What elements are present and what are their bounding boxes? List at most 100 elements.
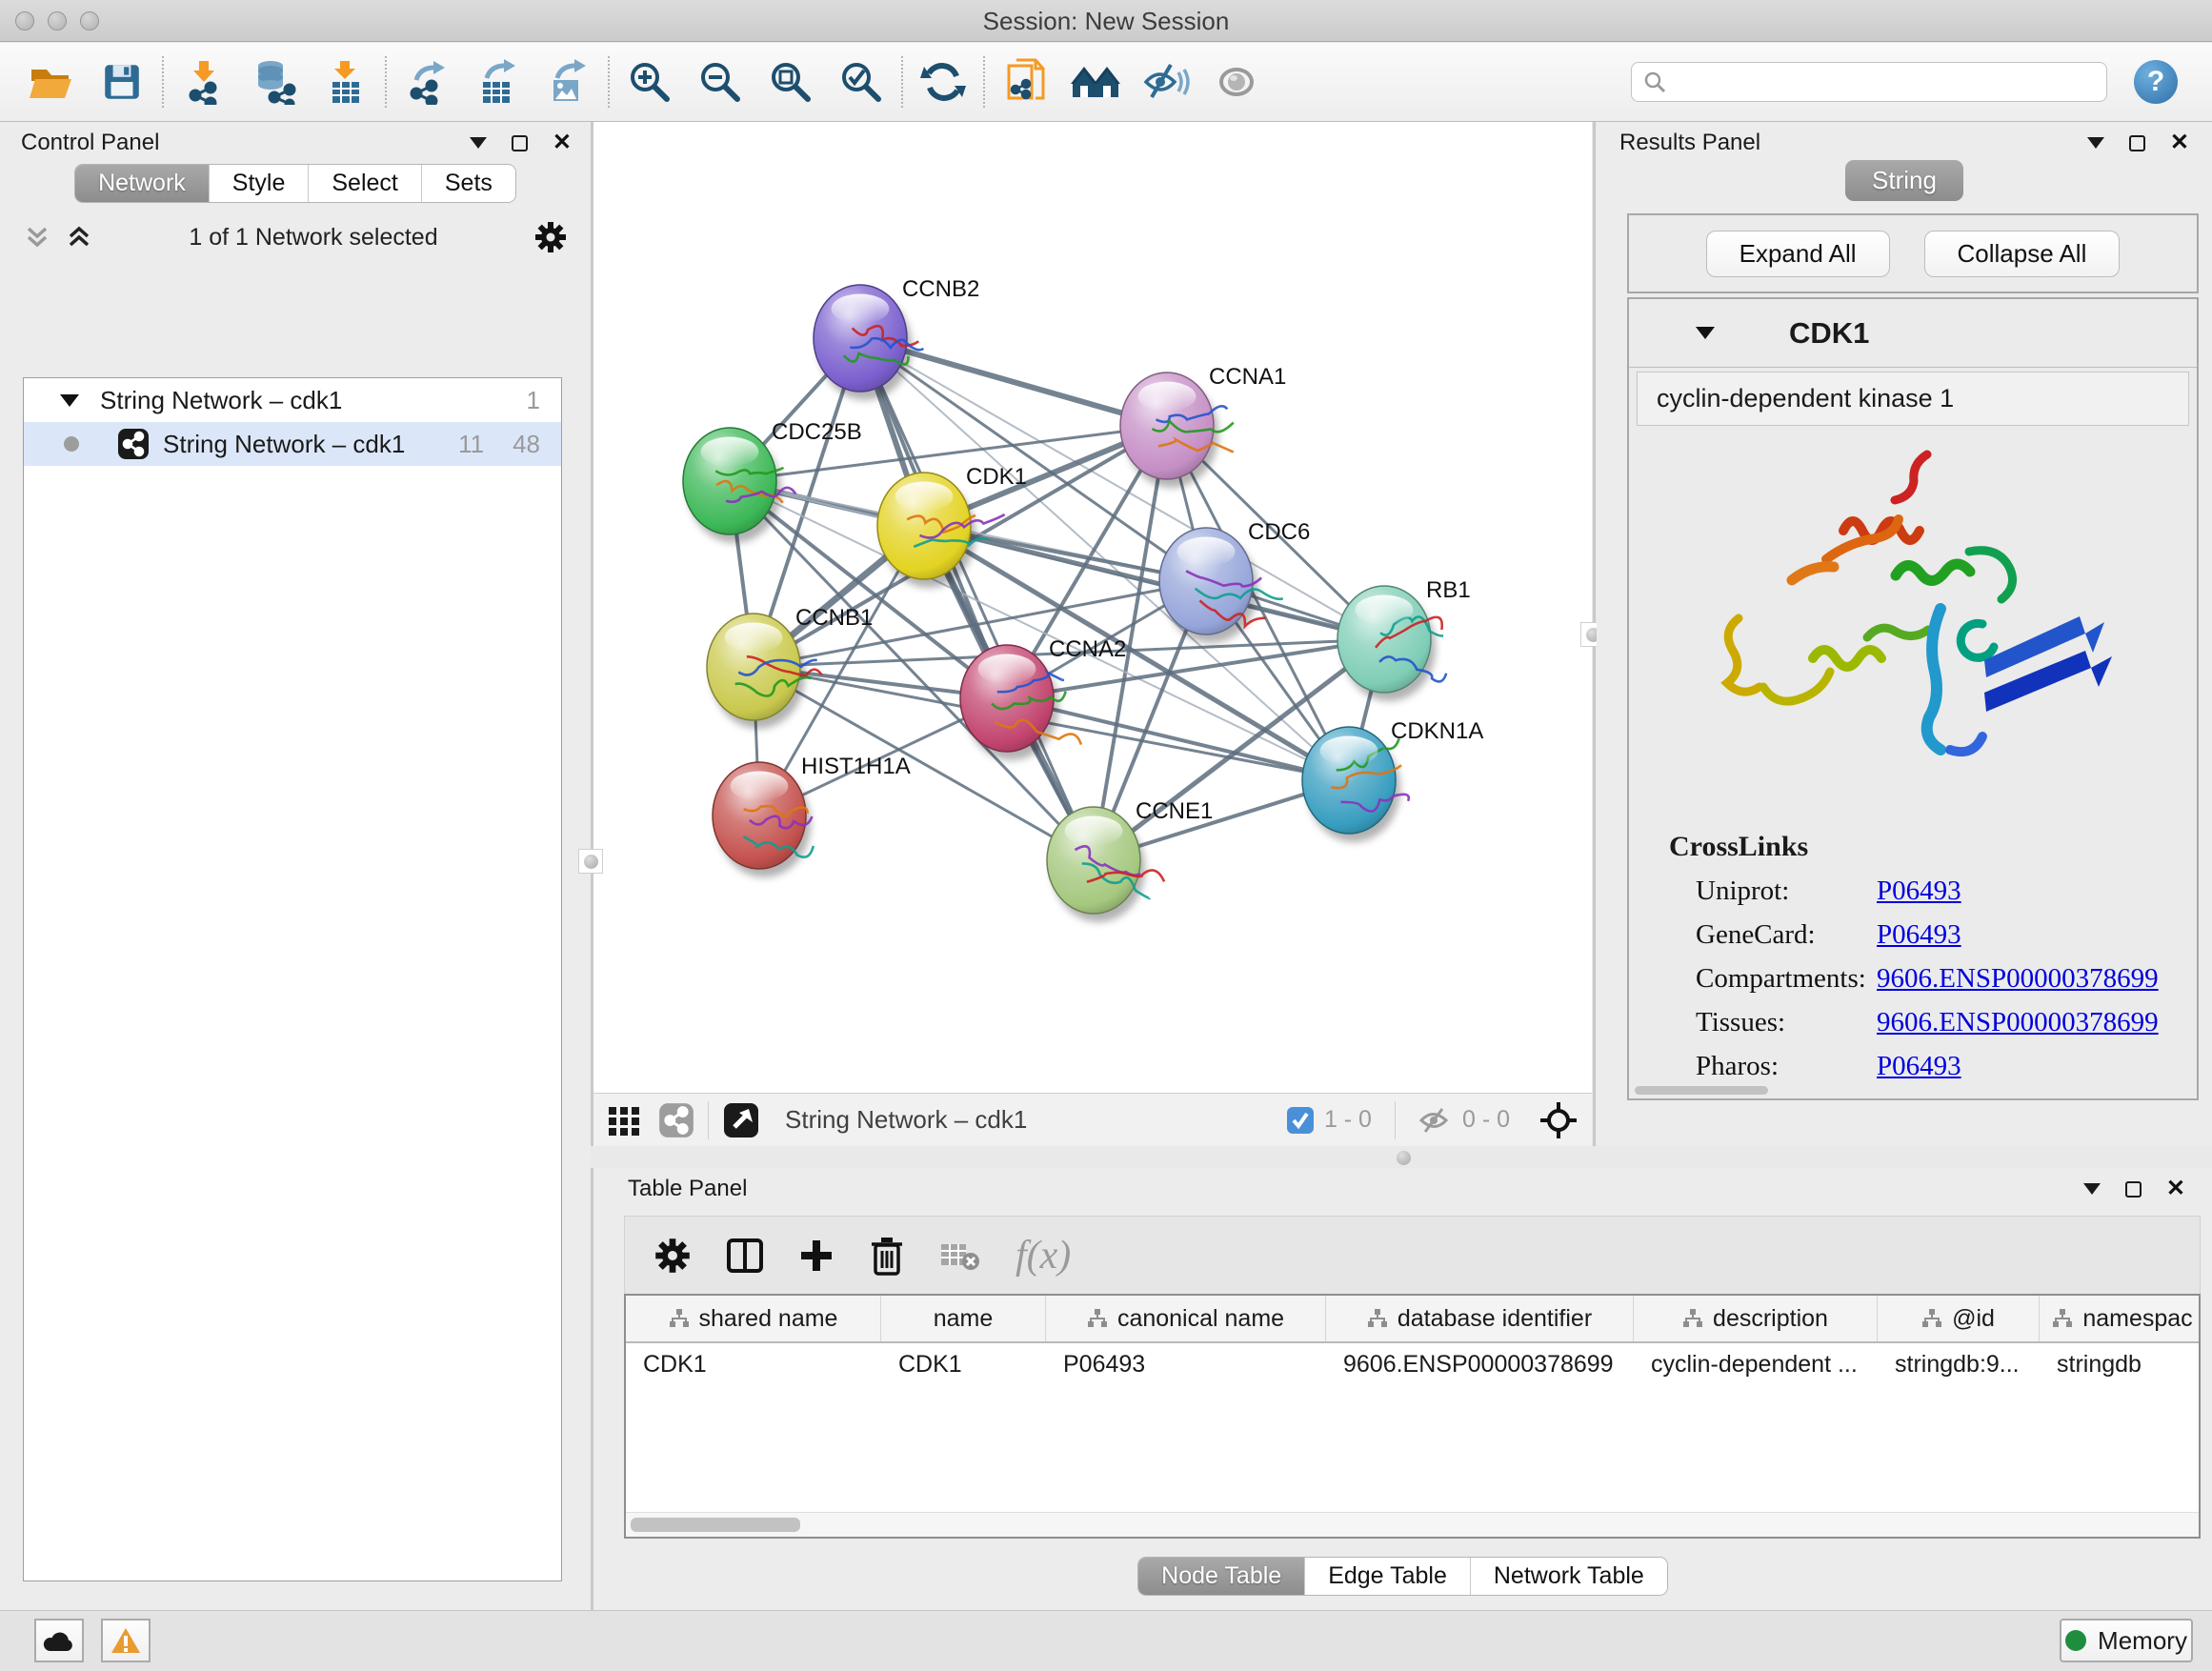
panel-float-icon[interactable]: [512, 135, 528, 151]
node-CDK1[interactable]: CDK1: [877, 464, 1027, 588]
crosslink-link[interactable]: P06493: [1877, 1051, 1961, 1082]
expand-all-button[interactable]: Expand All: [1706, 231, 1890, 277]
edge-b2-e1[interactable]: [860, 338, 1094, 860]
open-in-window-icon[interactable]: [722, 1101, 760, 1139]
node-CCNB1[interactable]: CCNB1: [707, 605, 873, 729]
crosslink-link[interactable]: 9606.ENSP00000378699: [1877, 1007, 2159, 1038]
titlebar: Session: New Session: [0, 0, 2212, 42]
import-database-icon[interactable]: [250, 57, 299, 107]
zoom-out-icon[interactable]: [695, 57, 745, 107]
table-cell[interactable]: stringdb:9...: [1878, 1343, 2040, 1384]
import-network-icon[interactable]: [179, 57, 229, 107]
panel-collapse-icon[interactable]: [470, 137, 487, 149]
node-CDKN1A[interactable]: CDKN1A: [1302, 718, 1483, 842]
import-table-icon[interactable]: [320, 57, 370, 107]
network-view-toolbar: String Network – cdk1 1 - 0 0 - 0: [593, 1093, 1592, 1146]
table-cell[interactable]: 9606.ENSP00000378699: [1326, 1343, 1634, 1384]
tab-sets[interactable]: Sets: [422, 165, 515, 202]
function-builder-icon[interactable]: f(x): [1016, 1233, 1071, 1278]
home-icon[interactable]: [1071, 57, 1120, 107]
tab-select[interactable]: Select: [309, 165, 421, 202]
card-hscrollbar[interactable]: [1635, 1086, 1768, 1095]
crosslink-link[interactable]: P06493: [1877, 876, 1961, 907]
column-header-canonical-name[interactable]: canonical name: [1046, 1296, 1326, 1341]
clone-network-icon[interactable]: [1000, 57, 1050, 107]
tab-style[interactable]: Style: [210, 165, 310, 202]
help-icon[interactable]: ?: [2134, 60, 2178, 104]
panel-close-icon[interactable]: ✕: [553, 131, 572, 154]
collapse-all-icon[interactable]: [23, 223, 51, 252]
export-table-icon[interactable]: [473, 57, 522, 107]
node-RB1[interactable]: RB1: [1337, 577, 1471, 701]
left-splitter-handle[interactable]: [578, 849, 603, 874]
add-column-icon[interactable]: [798, 1238, 835, 1274]
node-HIST1H1A[interactable]: HIST1H1A: [713, 754, 911, 877]
search-input[interactable]: [1666, 68, 2095, 96]
table-hscrollbar-track[interactable]: [626, 1512, 2199, 1537]
delete-table-icon[interactable]: [939, 1238, 981, 1273]
tab-network-table[interactable]: Network Table: [1471, 1558, 1667, 1595]
network-row[interactable]: String Network – cdk1 11 48: [24, 422, 561, 466]
node-CCNA1[interactable]: CCNA1: [1120, 364, 1286, 488]
table-row[interactable]: CDK1CDK1P064939606.ENSP00000378699cyclin…: [626, 1343, 2199, 1385]
open-session-icon[interactable]: [27, 57, 76, 107]
panel-float-icon[interactable]: [2129, 135, 2145, 151]
zoom-selected-icon[interactable]: [836, 57, 886, 107]
fit-content-crosshair-icon[interactable]: [1538, 1100, 1579, 1140]
table-cell[interactable]: CDK1: [626, 1343, 881, 1384]
network-canvas[interactable]: CCNB2CCNA1CDC25BCDK1CDC6RB1CCNB1CCNA2CDK…: [593, 122, 1592, 1093]
tab-edge-table[interactable]: Edge Table: [1305, 1558, 1471, 1595]
save-session-icon[interactable]: [97, 57, 147, 107]
zoom-in-icon[interactable]: [625, 57, 674, 107]
collapse-all-button[interactable]: Collapse All: [1924, 231, 2121, 277]
zoom-fit-icon[interactable]: [766, 57, 815, 107]
crosslink-link[interactable]: 9606.ENSP00000378699: [1877, 963, 2159, 995]
warning-status-button[interactable]: [101, 1619, 151, 1662]
export-image-icon[interactable]: [543, 57, 593, 107]
selected-checkbox-icon[interactable]: [1286, 1106, 1315, 1135]
show-columns-icon[interactable]: [726, 1237, 764, 1275]
memory-button[interactable]: Memory: [2060, 1619, 2193, 1662]
column-header-description[interactable]: description: [1634, 1296, 1878, 1341]
table-hscrollbar-thumb[interactable]: [631, 1518, 800, 1532]
node-table[interactable]: shared name namecanonical namedatabase id…: [624, 1294, 2201, 1539]
table-settings-icon[interactable]: [654, 1237, 692, 1275]
network-options-gear-icon[interactable]: [533, 220, 568, 254]
bottom-splitter-handle[interactable]: [1397, 1151, 1411, 1165]
node-CCNB2[interactable]: CCNB2: [814, 276, 979, 400]
panel-close-icon[interactable]: ✕: [2170, 131, 2189, 154]
panel-close-icon[interactable]: ✕: [2166, 1178, 2185, 1200]
column-header-database-identifier[interactable]: database identifier: [1326, 1296, 1634, 1341]
hide-selected-icon[interactable]: [1141, 57, 1191, 107]
table-cell[interactable]: P06493: [1046, 1343, 1326, 1384]
column-header-shared-name[interactable]: shared name: [626, 1296, 881, 1341]
column-header-@id[interactable]: @id: [1878, 1296, 2040, 1341]
tab-string[interactable]: String: [1845, 160, 1963, 201]
column-header-label: shared name: [699, 1305, 838, 1333]
expand-all-icon[interactable]: [65, 223, 93, 252]
crosslink-link[interactable]: P06493: [1877, 919, 1961, 951]
column-header-name[interactable]: name: [881, 1296, 1046, 1341]
column-header-namespac[interactable]: namespac: [2040, 1296, 2201, 1341]
table-tabs: Node TableEdge TableNetwork Table: [1137, 1557, 1668, 1596]
cloud-status-button[interactable]: [34, 1619, 84, 1662]
card-collapse-icon[interactable]: [1696, 327, 1715, 339]
tab-node-table[interactable]: Node Table: [1138, 1558, 1305, 1595]
panel-collapse-icon[interactable]: [2087, 137, 2104, 149]
table-cell[interactable]: CDK1: [881, 1343, 1046, 1384]
network-collection-row[interactable]: String Network – cdk1 1: [24, 378, 561, 422]
panel-float-icon[interactable]: [2125, 1181, 2142, 1198]
memory-label: Memory: [2098, 1626, 2187, 1656]
delete-column-icon[interactable]: [869, 1236, 905, 1276]
panel-collapse-icon[interactable]: [2083, 1183, 2101, 1195]
node-CCNE1[interactable]: CCNE1: [1047, 798, 1213, 922]
refresh-icon[interactable]: [918, 57, 968, 107]
birds-eye-view-icon[interactable]: [607, 1103, 641, 1137]
tab-network[interactable]: Network: [75, 165, 210, 202]
node-CDC6[interactable]: CDC6: [1159, 519, 1310, 643]
table-cell[interactable]: cyclin-dependent ...: [1634, 1343, 1878, 1384]
export-network-icon[interactable]: [402, 57, 452, 107]
show-all-icon[interactable]: [1212, 57, 1261, 107]
table-cell[interactable]: stringdb: [2040, 1343, 2201, 1384]
tree-expand-icon[interactable]: [60, 394, 79, 407]
